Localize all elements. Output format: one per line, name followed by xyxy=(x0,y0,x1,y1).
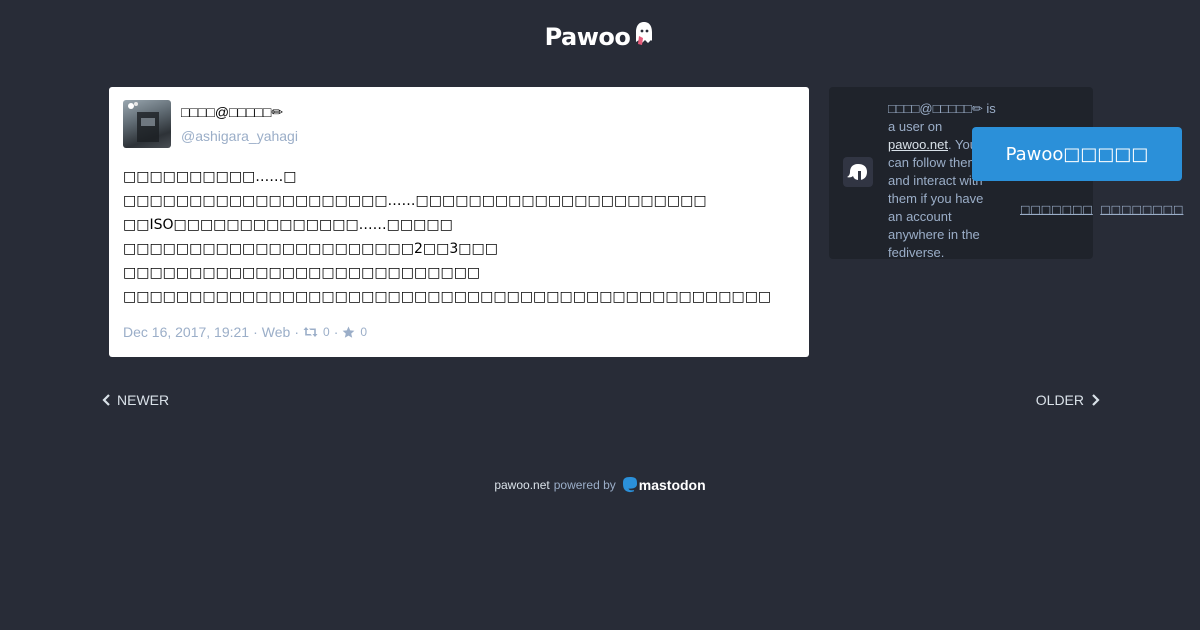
site-logo[interactable]: Pawoo xyxy=(0,20,1200,53)
side-link[interactable]: □□□□□□□ xyxy=(1020,203,1093,216)
powered-by-text: powered by xyxy=(553,478,616,492)
display-name[interactable]: □□□□@□□□□□✏ xyxy=(181,104,283,121)
meta-separator: · xyxy=(333,324,339,340)
status-timestamp[interactable]: Dec 16, 2017, 19:21 xyxy=(123,324,249,340)
newer-label: Newer xyxy=(117,392,170,408)
chevron-right-icon xyxy=(1088,393,1102,407)
follow-button[interactable]: Pawoo□□□□□ xyxy=(972,127,1182,181)
newer-link[interactable]: Newer xyxy=(100,392,169,408)
ghost-mascot-icon xyxy=(633,20,655,53)
account-name: □□□□@□□□□□✏ xyxy=(888,101,983,116)
boost-icon xyxy=(303,326,318,338)
side-links: □□□□□□□ □□□□□□□□ xyxy=(1020,203,1187,216)
older-link[interactable]: Older xyxy=(1036,392,1102,408)
favourites-count: 0 xyxy=(360,325,368,339)
content-line: □□ISO□□□□□□□□□□□□□□……□□□□□ xyxy=(123,217,453,233)
mastodon-icon xyxy=(622,477,637,493)
meta-separator: · xyxy=(294,324,299,340)
chevron-left-icon xyxy=(100,393,114,407)
status-content: □□□□□□□□□□……□ □□□□□□□□□□□□□□□□□□□□……□□□□… xyxy=(123,165,793,309)
status-application: Web xyxy=(261,324,291,340)
mastodon-mascot-icon xyxy=(843,157,873,187)
mastodon-wordmark: mastodon xyxy=(638,477,706,493)
side-link[interactable]: □□□□□□□□ xyxy=(1100,203,1183,216)
reblogs-count: 0 xyxy=(323,325,330,339)
footer-domain-link[interactable]: pawoo.net xyxy=(494,478,549,492)
status-meta: Dec 16, 2017, 19:21 · Web · 0 · 0 xyxy=(123,324,367,340)
content-line: □□□□□□□□□□□□□□□□□□□□……□□□□□□□□□□□□□□□□□□… xyxy=(123,193,707,209)
star-icon xyxy=(342,326,355,339)
content-line: □□□□□□□□□□□□□□□□□□□□□□□□□□□ xyxy=(123,265,481,281)
logo-text: Pawoo xyxy=(544,22,631,51)
content-line: □□□□□□□□□□□□□□□□□□□□□□□□□□□□□□□□□□□□□□□□… xyxy=(123,289,772,305)
instance-link[interactable]: pawoo.net xyxy=(888,137,948,152)
footer: pawoo.net powered by mastodon xyxy=(0,476,1200,494)
mastodon-logo[interactable]: mastodon xyxy=(622,476,706,494)
info-text-part: . You can follow them and interact with … xyxy=(888,137,984,260)
avatar[interactable] xyxy=(123,100,171,148)
meta-separator: · xyxy=(253,324,258,340)
content-line: □□□□□□□□□□……□ xyxy=(123,169,297,185)
account-info-text: □□□□@□□□□□✏ is a user on pawoo.net. You … xyxy=(888,100,1000,262)
content-line: □□□□□□□□□□□□□□□□□□□□□□2□□3□□□ xyxy=(123,241,498,257)
status-card: □□□□@□□□□□✏ @ashigara_yahagi □□□□□□□□□□…… xyxy=(109,87,809,357)
older-label: Older xyxy=(1035,392,1084,408)
account-handle[interactable]: @ashigara_yahagi xyxy=(181,128,298,144)
